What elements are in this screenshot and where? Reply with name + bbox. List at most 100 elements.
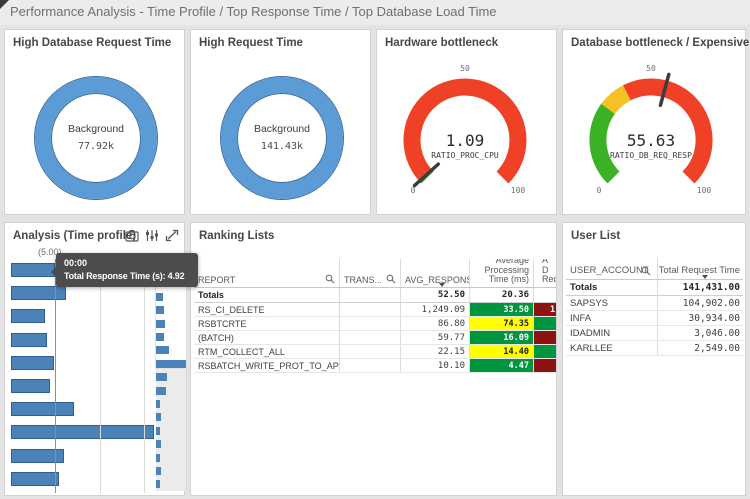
gauge-tick-label: 0 <box>411 186 416 195</box>
column-header-user-account[interactable]: USER_ACCOUNT <box>566 257 658 279</box>
transaction-cell[interactable] <box>340 317 401 330</box>
total-request-time-cell[interactable]: 3,046.00 <box>658 326 743 340</box>
column-header-avg-response[interactable]: AVG_RESPONS... <box>401 259 470 287</box>
bar[interactable] <box>11 379 50 393</box>
user-account-cell[interactable]: INFA <box>566 311 658 325</box>
tooltip-value: Total Response Time (s): 4.92 <box>64 271 185 281</box>
search-icon[interactable] <box>641 266 651 276</box>
panel-title: Hardware bottleneck <box>385 37 499 49</box>
avg-db-request-cell[interactable] <box>534 317 556 330</box>
avg-processing-cell[interactable]: 74.35 <box>470 317 534 330</box>
report-cell[interactable]: (BATCH) <box>194 331 340 344</box>
table-row: RSBATCH_WRITE_PROT_TO_APPLLOG 10.104.47 <box>194 359 556 373</box>
minimap-bar <box>156 480 160 489</box>
donut-slice[interactable] <box>35 77 157 199</box>
search-icon[interactable] <box>386 274 396 284</box>
totals-label: Totals <box>566 280 658 295</box>
transaction-cell[interactable] <box>340 303 401 316</box>
avg-response-cell[interactable]: 86.80 <box>401 317 470 330</box>
panel-title: High Request Time <box>199 37 303 49</box>
bar[interactable] <box>11 263 55 277</box>
camera-icon[interactable] <box>125 229 139 242</box>
avg-processing-cell[interactable]: 14.40 <box>470 345 534 358</box>
chart-scroll-minimap[interactable] <box>156 263 187 491</box>
avg-db-request-cell[interactable]: 1 <box>534 303 556 316</box>
total-request-time-cell[interactable]: 2,549.00 <box>658 341 743 355</box>
donut-chart-request[interactable]: Background 141.43k <box>191 30 370 214</box>
avg-db-request-cell[interactable] <box>534 359 556 372</box>
gauge-tick-label: 50 <box>460 64 470 73</box>
transaction-cell[interactable] <box>340 345 401 358</box>
gauge-tick-label: 100 <box>511 186 526 195</box>
total-request-time-cell[interactable]: 104,902.00 <box>658 296 743 310</box>
avg-processing-cell[interactable]: 4.47 <box>470 359 534 372</box>
column-header-report[interactable]: REPORT <box>194 259 340 287</box>
report-cell[interactable]: RTM_COLLECT_ALL <box>194 345 340 358</box>
column-header-transaction[interactable]: TRANS... <box>340 259 401 287</box>
bar[interactable] <box>11 309 45 324</box>
avg-processing-cell[interactable]: 16.09 <box>470 331 534 344</box>
report-cell[interactable]: RSBTCRTE <box>194 317 340 330</box>
table-row: RSBTCRTE 86.80 74.35 <box>194 317 556 331</box>
gauge-arc-segment <box>601 85 632 115</box>
avg-response-cell[interactable]: 59.77 <box>401 331 470 344</box>
user-account-cell[interactable]: SAPSYS <box>566 296 658 310</box>
user-account-cell[interactable]: KARLLEE <box>566 341 658 355</box>
gauge-tick-label: 0 <box>597 186 602 195</box>
column-header-avg-processing[interactable]: Average Processing Time (ms) <box>470 259 534 287</box>
bar[interactable] <box>11 402 74 417</box>
gridline <box>143 259 145 493</box>
minimap-bar <box>156 467 161 475</box>
search-icon[interactable] <box>325 274 335 284</box>
gauge-chart-proc-cpu[interactable]: 0 50 100 1.09RATIO_PROC_CPU <box>377 30 556 214</box>
avg-response-cell[interactable]: 1,249.09 <box>401 303 470 316</box>
gauge-tick-label: 50 <box>646 64 656 73</box>
panel-title: Ranking Lists <box>199 230 275 242</box>
minimap-bar <box>156 292 163 301</box>
fullscreen-icon[interactable] <box>165 229 179 242</box>
bar[interactable] <box>11 286 66 301</box>
minimap-bar <box>156 333 164 341</box>
panel-title: Analysis (Time profile) <box>13 230 137 242</box>
avg-response-cell[interactable]: 22.15 <box>401 345 470 358</box>
total-request-time-cell[interactable]: 30,934.00 <box>658 311 743 325</box>
bar[interactable] <box>11 355 55 370</box>
donut-center-value: 77.92k <box>78 141 114 152</box>
gauge-chart-db-req-resp[interactable]: 0 50 100 55.63RATIO_DB_REQ_RESP <box>563 30 745 214</box>
minimap-bar <box>156 453 160 462</box>
chart-tooltip: 00:00 Total Response Time (s): 4.92 <box>51 253 198 287</box>
transaction-cell[interactable] <box>340 359 401 372</box>
bar-chart-plot[interactable] <box>5 259 187 495</box>
bar[interactable] <box>11 332 48 347</box>
avg-processing-cell[interactable]: 33.50 <box>470 303 534 316</box>
column-header-avg-db-request[interactable]: A D Requ <box>534 259 556 287</box>
donut-inner-outline <box>237 93 327 183</box>
avg-db-request-cell[interactable] <box>534 331 556 344</box>
donut-chart-db-request[interactable]: Background 77.92k <box>5 30 184 214</box>
transaction-cell[interactable] <box>340 331 401 344</box>
gauge-value: 1.09 <box>446 131 485 150</box>
donut-inner-outline <box>51 93 141 183</box>
panel-title: Database bottleneck / Expensive SQL <box>571 37 750 49</box>
minimap-bar <box>156 440 161 449</box>
minimap-bar <box>156 306 164 315</box>
panel-high-request-time: High Request Time Background 141.43k <box>190 29 371 215</box>
exploration-menu-icon[interactable] <box>145 229 159 242</box>
avg-response-cell[interactable]: 10.10 <box>401 359 470 372</box>
gauge-measure-label: RATIO_PROC_CPU <box>431 151 499 160</box>
report-cell[interactable]: RS_CI_DELETE <box>194 303 340 316</box>
panel-toolbar <box>125 229 179 242</box>
column-header-total-request-time[interactable]: Total Request Time <box>658 257 743 279</box>
avg-db-request-cell[interactable] <box>534 345 556 358</box>
table-row: INFA 30,934.00 <box>566 311 743 326</box>
donut-center-label: Background <box>68 123 124 135</box>
donut-slice[interactable] <box>221 77 343 199</box>
bar[interactable] <box>11 425 154 440</box>
report-cell[interactable]: RSBATCH_WRITE_PROT_TO_APPLLOG <box>194 359 340 372</box>
user-account-cell[interactable]: IDADMIN <box>566 326 658 340</box>
panel-high-database-request-time: High Database Request Time Background 77.… <box>4 29 185 215</box>
gauge-arc-segment <box>589 103 620 184</box>
minimap-bar <box>156 319 165 328</box>
user-list-table: USER_ACCOUNT Total Request Time Totals 1… <box>566 257 743 493</box>
bar[interactable] <box>11 471 59 486</box>
